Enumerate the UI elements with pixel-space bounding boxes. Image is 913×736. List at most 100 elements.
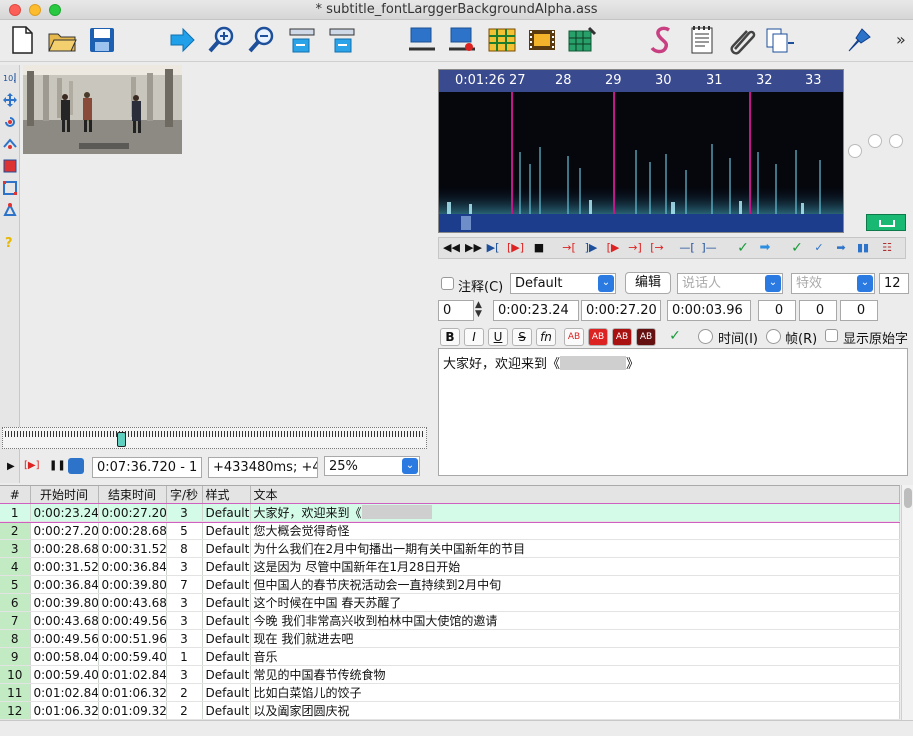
play-before-icon[interactable]: →[: [561, 241, 577, 255]
automation-icon[interactable]: [844, 24, 876, 56]
lead-in-icon[interactable]: —[: [679, 241, 695, 255]
table-row[interactable]: 10 0:00:59.40 0:01:02.84 3 Default 常见的中国春节传统食…: [0, 665, 900, 684]
margin-right-field[interactable]: 0: [799, 300, 837, 321]
commit-line-icon[interactable]: ✓: [665, 328, 685, 346]
play-icon[interactable]: ▶: [7, 461, 15, 472]
jump-to-icon[interactable]: [166, 24, 198, 56]
column-header[interactable]: 开始时间: [30, 486, 99, 504]
standard-tool-icon[interactable]: 10.: [3, 71, 17, 85]
vector-clip-icon[interactable]: [3, 202, 17, 217]
audio-scroll-thumb[interactable]: [461, 216, 471, 230]
clip-tool-icon[interactable]: [3, 181, 17, 195]
auto-scroll-icon[interactable]: [68, 458, 84, 474]
karaoke-icon[interactable]: ☷: [879, 241, 895, 255]
show-original-checkbox[interactable]: [825, 329, 838, 342]
spectrum-mode-icon[interactable]: ▮▮: [855, 241, 871, 255]
time-radio[interactable]: [698, 329, 713, 344]
snap-end-icon[interactable]: [446, 24, 478, 56]
stop-icon[interactable]: ■: [531, 241, 547, 255]
commit-check-icon[interactable]: ✓: [735, 241, 751, 255]
jump-end-icon[interactable]: [326, 24, 358, 56]
shadow-color-icon[interactable]: AB: [636, 328, 656, 346]
next-line-icon[interactable]: ▶▶: [465, 241, 482, 255]
table-row[interactable]: 12 0:01:06.32 0:01:09.32 2 Default 以及阖家团圆庆祝: [0, 701, 900, 720]
table-row[interactable]: 4 0:00:31.52 0:00:36.84 3 Default 这是因为 尽管中国新年…: [0, 557, 900, 576]
notes-icon[interactable]: [686, 24, 718, 56]
secondary-color-icon[interactable]: AB: [588, 328, 608, 346]
column-header[interactable]: #: [0, 486, 31, 504]
style-select[interactable]: Default ⌄: [510, 273, 616, 294]
grid-scrollbar[interactable]: [901, 485, 913, 720]
play-after-end-icon[interactable]: →]: [627, 241, 643, 255]
table-row[interactable]: 1 0:00:23.24 0:00:27.20 3 Default 大家好，欢迎来到《: [0, 502, 900, 523]
script-s-icon[interactable]: [646, 24, 678, 56]
column-header[interactable]: 文本: [250, 486, 900, 504]
selection-start-marker[interactable]: [511, 92, 513, 216]
actor-select[interactable]: 说话人 ⌄: [677, 273, 783, 294]
subtitle-text-editor[interactable]: 大家好，欢迎来到《 》: [438, 348, 908, 476]
scale-tool-icon[interactable]: [3, 159, 17, 173]
table-row[interactable]: 8 0:00:49.56 0:00:51.96 3 Default 现在 我们就进去吧: [0, 629, 900, 648]
play-line-icon[interactable]: [▶]: [24, 460, 40, 471]
resample-icon[interactable]: [764, 24, 796, 56]
zoom-out-icon[interactable]: [246, 24, 278, 56]
bold-button[interactable]: B: [440, 328, 460, 346]
drag-tool-icon[interactable]: [3, 93, 17, 107]
video-frame[interactable]: [23, 65, 182, 154]
zoom-select[interactable]: 25% ⌄: [324, 456, 420, 476]
italic-button[interactable]: I: [464, 328, 484, 346]
rotate-z-icon[interactable]: [3, 115, 17, 129]
help-icon[interactable]: ?: [3, 235, 17, 251]
next-line-on-commit-icon[interactable]: ✓: [811, 241, 827, 255]
table-row[interactable]: 7 0:00:43.68 0:00:49.56 3 Default 今晚 我们非常高兴收到…: [0, 611, 900, 630]
go-to-icon[interactable]: ➡: [757, 241, 773, 255]
pause-icon[interactable]: ❚❚: [49, 460, 66, 471]
end-time-field[interactable]: 0:00:27.20: [581, 300, 661, 321]
save-icon[interactable]: [86, 24, 118, 56]
audio-waveform-display[interactable]: 0:01:26 27 28 29 30 31 32 33: [438, 69, 844, 233]
play-before-end-icon[interactable]: [▶: [605, 241, 621, 255]
audio-scrollbar[interactable]: [439, 214, 843, 232]
previous-line-icon[interactable]: ◀◀: [443, 241, 460, 255]
attachments-film-icon[interactable]: [526, 24, 558, 56]
layer-field[interactable]: 0: [438, 300, 474, 321]
outline-color-icon[interactable]: AB: [612, 328, 632, 346]
seek-handle[interactable]: [117, 432, 126, 447]
zoom-in-icon[interactable]: [206, 24, 238, 56]
grid-scroll-thumb[interactable]: [904, 488, 912, 508]
edit-style-button[interactable]: 编辑: [625, 272, 671, 294]
rotate-xy-icon[interactable]: [3, 137, 17, 151]
auto-scroll-audio-icon[interactable]: ➡: [833, 241, 849, 255]
open-folder-icon[interactable]: [46, 24, 78, 56]
effect-select[interactable]: 特效 ⌄: [791, 273, 875, 294]
table-row[interactable]: 2 0:00:27.20 0:00:28.68 5 Default 您大概会觉得奇怪: [0, 521, 900, 540]
table-row[interactable]: 3 0:00:28.68 0:00:31.52 8 Default 为什么我们在2月中旬播…: [0, 539, 900, 558]
column-header[interactable]: 结束时间: [98, 486, 167, 504]
properties-grid-icon[interactable]: [566, 24, 598, 56]
horizontal-zoom-knob[interactable]: [848, 144, 862, 158]
table-row[interactable]: 6 0:00:39.80 0:00:43.68 3 Default 这个时候在中国 春天苏…: [0, 593, 900, 612]
toolbar-overflow-button[interactable]: »: [896, 30, 906, 49]
play-selection-icon[interactable]: ▶[: [485, 241, 501, 255]
volume-knob[interactable]: [889, 134, 903, 148]
auto-commit-icon[interactable]: ✓: [789, 241, 805, 255]
font-button[interactable]: fn: [536, 328, 556, 346]
table-row[interactable]: 11 0:01:02.84 0:01:06.32 2 Default 比如白菜馅儿的饺子: [0, 683, 900, 702]
play-to-end-icon[interactable]: [→: [649, 241, 665, 255]
column-header[interactable]: 样式: [202, 486, 251, 504]
subtitle-grid[interactable]: # 开始时间 结束时间 字/秒 样式 文本 1 0:00:23.24 0:00:27…: [0, 485, 900, 720]
selection-end-marker[interactable]: [749, 92, 751, 216]
snap-start-icon[interactable]: [406, 24, 438, 56]
vertical-zoom-knob[interactable]: [868, 134, 882, 148]
styles-manager-icon[interactable]: [486, 24, 518, 56]
strikeout-button[interactable]: S: [512, 328, 532, 346]
spectrum-view[interactable]: [439, 92, 843, 216]
comment-checkbox[interactable]: [441, 277, 454, 290]
commit-icon[interactable]: [866, 214, 906, 231]
table-row[interactable]: 9 0:00:58.04 0:00:59.40 1 Default 音乐: [0, 647, 900, 666]
primary-color-icon[interactable]: AB: [564, 328, 584, 346]
column-header[interactable]: 字/秒: [166, 486, 203, 504]
underline-button[interactable]: U: [488, 328, 508, 346]
jump-start-icon[interactable]: [286, 24, 318, 56]
play-current-line-icon[interactable]: [▶]: [507, 241, 524, 255]
